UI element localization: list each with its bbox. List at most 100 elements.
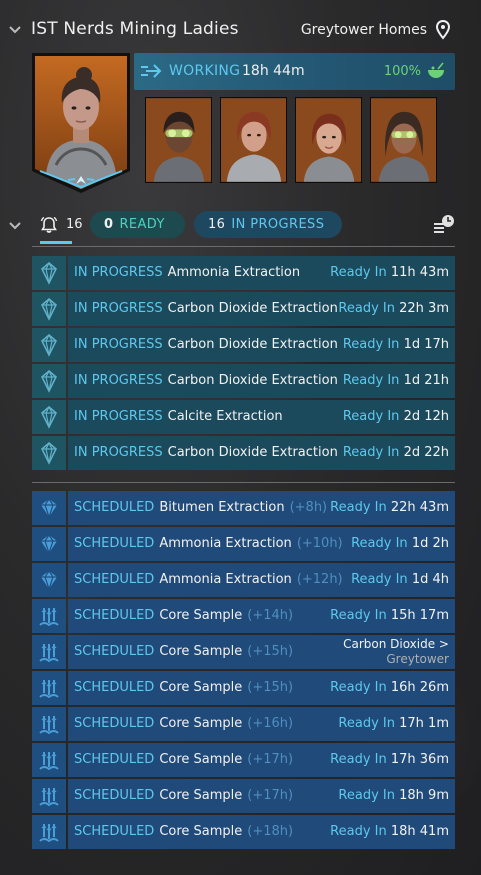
in-progress-task-row[interactable]: IN PROGRESS Ammonia Extraction Ready In 11…: [32, 256, 455, 290]
scheduled-task-row[interactable]: SCHEDULED Core Sample (+14h) Ready In 15h 1…: [32, 599, 455, 633]
task-name: Core Sample: [159, 716, 243, 731]
task-row-body[interactable]: SCHEDULED Core Sample (+15h) Carbon Dioxide…: [68, 635, 455, 669]
task-ready-time: Ready In 15h 17m: [330, 608, 449, 623]
captain-portrait[interactable]: [32, 53, 130, 193]
task-row-body[interactable]: SCHEDULED Bitumen Extraction (+8h) Ready In…: [68, 491, 455, 525]
task-destination[interactable]: Carbon Dioxide > Greytower: [343, 637, 449, 667]
section-divider: [32, 246, 455, 247]
crew-status-bar: WORKING 18h 44m 100%: [134, 53, 455, 90]
task-status: IN PROGRESS: [74, 445, 163, 460]
task-row-body[interactable]: SCHEDULED Core Sample (+17h) Ready In 17h 3…: [68, 743, 455, 777]
task-row-body[interactable]: SCHEDULED Ammonia Extraction (+10h) Ready I…: [68, 527, 455, 561]
diamond-icon: [32, 527, 66, 561]
ready-in-label: Ready In: [342, 373, 400, 388]
task-name: Carbon Dioxide Extraction: [167, 337, 338, 352]
food-bowl-icon: [428, 62, 444, 78]
scheduled-task-row[interactable]: SCHEDULED Core Sample (+17h) Ready In 18h 9…: [32, 779, 455, 813]
ready-in-value: 1d 4h: [411, 572, 449, 587]
scheduled-task-row[interactable]: SCHEDULED Bitumen Extraction (+8h) Ready In…: [32, 491, 455, 525]
task-row-body[interactable]: SCHEDULED Core Sample (+18h) Ready In 18h 4…: [68, 815, 455, 849]
task-ready-time: Ready In 1d 2h: [351, 536, 449, 551]
task-name: Core Sample: [159, 680, 243, 695]
task-status: IN PROGRESS: [74, 337, 163, 352]
ready-in-value: 18h 9m: [399, 788, 449, 803]
task-ready-time: Ready In 17h 36m: [330, 752, 449, 767]
task-ready-time: Ready In 11h 43m: [330, 265, 449, 280]
ready-in-value: 17h 1m: [399, 716, 449, 731]
task-name: Calcite Extraction: [167, 409, 283, 424]
scheduled-task-row[interactable]: SCHEDULED Core Sample (+17h) Ready In 17h 3…: [32, 743, 455, 777]
in-progress-task-row[interactable]: IN PROGRESS Carbon Dioxide Extraction Read…: [32, 436, 455, 470]
core-sample-icon: [32, 707, 66, 741]
ready-in-label: Ready In: [338, 301, 395, 316]
ready-in-label: Ready In: [342, 409, 400, 424]
crewmate-portrait[interactable]: [220, 97, 287, 183]
chevron-down-icon[interactable]: [8, 23, 22, 37]
schedule-list-icon[interactable]: [433, 214, 455, 236]
location-pin-icon[interactable]: [436, 20, 450, 40]
task-start-offset: (+17h): [247, 788, 294, 803]
ready-filter-pill[interactable]: 0 READY: [90, 211, 185, 238]
ready-in-label: Ready In: [342, 337, 400, 352]
crew-header: IST Nerds Mining Ladies Greytower Homes: [0, 14, 481, 48]
section-divider: [32, 482, 455, 483]
task-row-body[interactable]: SCHEDULED Core Sample (+14h) Ready In 15h 1…: [68, 599, 455, 633]
task-start-offset: (+10h): [296, 536, 343, 551]
task-row-body[interactable]: IN PROGRESS Carbon Dioxide Extraction Read…: [68, 364, 455, 398]
core-sample-icon: [32, 599, 66, 633]
in-progress-task-row[interactable]: IN PROGRESS Calcite Extraction Ready In 2d…: [32, 400, 455, 434]
crewmate-portrait[interactable]: [295, 97, 362, 183]
scheduled-task-row[interactable]: SCHEDULED Ammonia Extraction (+10h) Ready I…: [32, 527, 455, 561]
crew-state: WORKING: [169, 63, 241, 79]
scheduled-task-row[interactable]: SCHEDULED Core Sample (+18h) Ready In 18h 4…: [32, 815, 455, 849]
task-row-body[interactable]: SCHEDULED Core Sample (+17h) Ready In 18h 9…: [68, 779, 455, 813]
ready-in-value: 17h 36m: [390, 752, 449, 767]
chevron-down-icon[interactable]: [8, 219, 22, 233]
ready-in-value: 18h 41m: [390, 824, 449, 839]
ready-in-label: Ready In: [330, 608, 387, 623]
task-row-body[interactable]: SCHEDULED Core Sample (+15h) Ready In 16h 2…: [68, 671, 455, 705]
ready-in-label: Ready In: [338, 788, 395, 803]
task-row-body[interactable]: IN PROGRESS Carbon Dioxide Extraction Read…: [68, 292, 455, 326]
task-status: SCHEDULED: [74, 824, 155, 839]
task-status: IN PROGRESS: [74, 265, 163, 280]
task-ready-time: Ready In 18h 41m: [330, 824, 449, 839]
task-row-body[interactable]: IN PROGRESS Carbon Dioxide Extraction Read…: [68, 436, 455, 470]
crewmate-portrait[interactable]: [370, 97, 437, 183]
task-row-body[interactable]: SCHEDULED Core Sample (+16h) Ready In 17h 1…: [68, 707, 455, 741]
crewmate-portrait[interactable]: [145, 97, 212, 183]
in-progress-filter-pill[interactable]: 16 IN PROGRESS: [194, 211, 342, 238]
crew-location[interactable]: Greytower Homes: [301, 22, 427, 38]
scheduled-task-row[interactable]: SCHEDULED Ammonia Extraction (+12h) Ready I…: [32, 563, 455, 597]
task-row-body[interactable]: IN PROGRESS Ammonia Extraction Ready In 11…: [68, 256, 455, 290]
task-status: SCHEDULED: [74, 608, 155, 623]
task-ready-time: Ready In 2d 22h: [343, 445, 449, 460]
in-progress-task-row[interactable]: IN PROGRESS Carbon Dioxide Extraction Read…: [32, 364, 455, 398]
task-start-offset: (+15h): [247, 644, 294, 659]
destination-resource: Carbon Dioxide >: [343, 637, 449, 651]
in-progress-count: 16: [208, 217, 226, 232]
in-progress-task-row[interactable]: IN PROGRESS Carbon Dioxide Extraction Read…: [32, 292, 455, 326]
task-row-body[interactable]: SCHEDULED Ammonia Extraction (+12h) Ready I…: [68, 563, 455, 597]
task-name: Core Sample: [159, 644, 243, 659]
ready-in-value: 2d 22h: [403, 445, 449, 460]
ready-count: 0: [104, 217, 114, 232]
task-row-body[interactable]: IN PROGRESS Calcite Extraction Ready In 2d…: [68, 400, 455, 434]
task-status: SCHEDULED: [74, 716, 155, 731]
bell-icon[interactable]: [40, 216, 58, 234]
task-status: SCHEDULED: [74, 644, 155, 659]
task-ready-time: Ready In 22h 3m: [338, 301, 449, 316]
task-start-offset: (+8h): [289, 500, 328, 515]
scheduled-task-row[interactable]: SCHEDULED Core Sample (+15h) Ready In 16h 2…: [32, 671, 455, 705]
core-sample-icon: [32, 779, 66, 813]
task-name: Ammonia Extraction: [159, 572, 292, 587]
task-status: SCHEDULED: [74, 752, 155, 767]
task-row-body[interactable]: IN PROGRESS Carbon Dioxide Extraction Read…: [68, 328, 455, 362]
scheduled-task-row[interactable]: SCHEDULED Core Sample (+15h) Carbon Dioxide…: [32, 635, 455, 669]
task-name: Core Sample: [159, 608, 243, 623]
scheduled-task-row[interactable]: SCHEDULED Core Sample (+16h) Ready In 17h 1…: [32, 707, 455, 741]
food-level: 100%: [383, 64, 421, 79]
working-arrow-icon: [141, 64, 162, 78]
in-progress-task-row[interactable]: IN PROGRESS Carbon Dioxide Extraction Read…: [32, 328, 455, 362]
destination-location: Greytower: [386, 652, 449, 666]
